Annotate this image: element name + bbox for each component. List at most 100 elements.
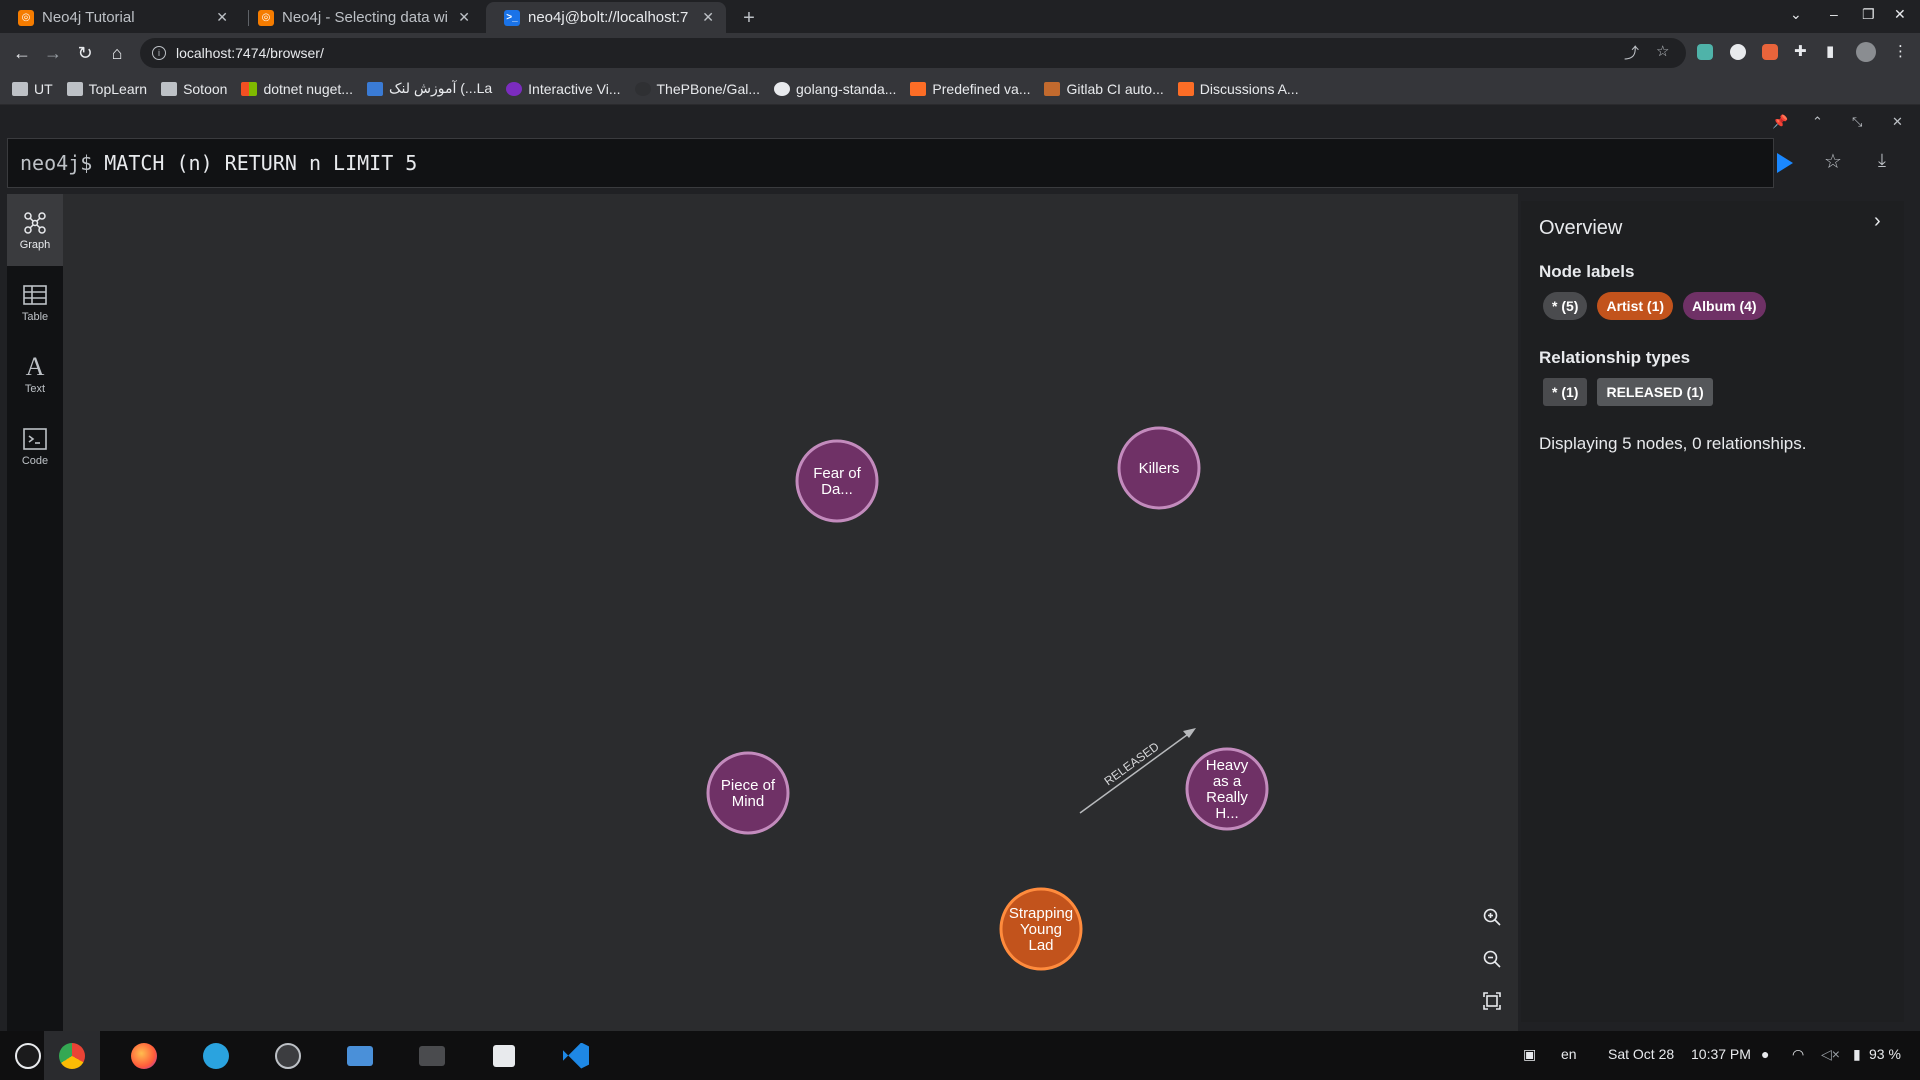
date-text[interactable]: Sat Oct 28	[1608, 1046, 1674, 1062]
node-label-pill-artist[interactable]: Artist (1)	[1597, 292, 1674, 320]
bookmark-label: Interactive Vi...	[528, 80, 621, 97]
extension-icon[interactable]	[1730, 44, 1746, 60]
zoom-out-icon[interactable]	[1472, 938, 1512, 980]
graph-node-label: H...	[1215, 805, 1238, 822]
collapse-overview-chevron-icon[interactable]: ›	[1874, 210, 1881, 233]
graph-node-label: Piece of	[721, 777, 776, 794]
neo4j-orange-icon: ◎	[18, 9, 34, 26]
graph-icon	[22, 209, 48, 237]
files-icon[interactable]	[332, 1031, 388, 1080]
node-label-pill-album[interactable]: Album (4)	[1683, 292, 1766, 320]
graph-node[interactable]: StrappingYoungLad	[999, 887, 1083, 971]
microsoft-icon	[241, 81, 258, 96]
download-icon[interactable]: ⤓	[1878, 150, 1886, 171]
bookmark-label: golang-standa...	[796, 80, 897, 97]
share-icon[interactable]: ⤴	[1624, 42, 1639, 63]
purple-site-icon	[506, 81, 523, 96]
graph-node[interactable]: Killers	[1117, 426, 1201, 510]
graph-node[interactable]: Heavyas aReallyH...	[1185, 747, 1269, 831]
telegram-icon[interactable]	[188, 1031, 244, 1080]
settings-icon[interactable]	[476, 1031, 532, 1080]
battery-percent: 93 %	[1869, 1046, 1901, 1062]
profile-avatar[interactable]	[1856, 42, 1876, 62]
favorite-star-icon[interactable]: ☆	[1824, 149, 1842, 174]
home-icon[interactable]: ⌂	[105, 41, 129, 65]
tab-search-icon[interactable]: ⌄	[1790, 6, 1802, 23]
time-text[interactable]: 10:37 PM	[1691, 1046, 1751, 1062]
bookmark-discussions[interactable]: Discussions A...	[1177, 81, 1299, 97]
bookmark-thepbone[interactable]: ThePBone/Gal...	[634, 80, 761, 97]
bookmark-toplearn[interactable]: TopLearn	[66, 81, 147, 97]
close-icon[interactable]: ✕	[702, 9, 714, 26]
bookmark-dotnet-nuget[interactable]: dotnet nuget...	[241, 81, 353, 97]
collapse-icon[interactable]: ⌃	[1812, 114, 1823, 130]
fit-to-screen-icon[interactable]	[1472, 980, 1512, 1022]
neo4j-browser-app: 📌 ⌃ ⤡ ✕ neo4j$ MATCH (n) RETURN n LIMIT …	[0, 106, 1920, 1032]
fullscreen-icon[interactable]: ⤡	[1852, 114, 1862, 130]
text-icon: A	[25, 352, 45, 381]
graph-node-label: Mind	[732, 793, 765, 810]
relationship-type-pill-all[interactable]: * (1)	[1543, 378, 1588, 406]
bookmark-star-icon[interactable]: ☆	[1656, 42, 1669, 60]
vscode-icon[interactable]	[548, 1031, 604, 1080]
relationship-released[interactable]: RELEASED	[1079, 728, 1196, 814]
bookmark-gitlab-ci-auto[interactable]: Gitlab CI auto...	[1044, 81, 1164, 97]
extensions-puzzle-icon[interactable]: ✚	[1794, 42, 1807, 60]
address-bar[interactable]: i localhost:7474/browser/	[140, 38, 1686, 68]
graph-node[interactable]: Piece ofMind	[706, 751, 790, 835]
zoom-in-icon[interactable]	[1472, 896, 1512, 938]
back-icon[interactable]: ←	[10, 41, 34, 65]
node-label-pill-all[interactable]: * (5)	[1543, 292, 1588, 320]
tab-neo4j-tutorial[interactable]: ◎ Neo4j Tutorial ✕	[0, 2, 240, 33]
run-query-button[interactable]	[1777, 153, 1793, 173]
cypher-editor[interactable]: neo4j$ MATCH (n) RETURN n LIMIT 5	[7, 138, 1774, 188]
close-window-icon[interactable]: ✕	[1894, 6, 1906, 23]
forward-icon[interactable]: →	[41, 41, 65, 65]
graph-node[interactable]: Fear ofDa...	[795, 439, 879, 523]
view-code-button[interactable]: Code	[7, 410, 63, 482]
clipboard-icon[interactable]: ▣	[1523, 1046, 1536, 1063]
bookmark-predefined-variables[interactable]: Predefined va...	[910, 81, 1030, 97]
restore-icon[interactable]: ❐	[1862, 6, 1875, 23]
folder-icon	[12, 81, 28, 96]
side-panel-icon[interactable]: ▮	[1826, 42, 1834, 60]
terminal-icon[interactable]	[404, 1031, 460, 1080]
pin-icon[interactable]: 📌	[1772, 114, 1788, 130]
battery-icon[interactable]: ▮	[1853, 1046, 1861, 1063]
new-tab-button[interactable]: +	[736, 5, 762, 31]
overview-summary: Displaying 5 nodes, 0 relationships.	[1539, 434, 1807, 453]
relationship-type-pill-released[interactable]: RELEASED (1)	[1597, 378, 1713, 406]
bookmark-sotoon[interactable]: Sotoon	[161, 81, 227, 97]
volume-muted-icon[interactable]: ◁×	[1821, 1046, 1840, 1063]
extension-icon[interactable]	[1697, 44, 1713, 60]
firefox-icon[interactable]	[116, 1031, 172, 1080]
graph-canvas[interactable]: RELEASED Fear of Da... Killers Piece of Mind…	[63, 194, 1518, 1032]
site-info-icon[interactable]: i	[152, 46, 166, 60]
minimize-icon[interactable]: –	[1830, 6, 1838, 22]
bookmark-ut[interactable]: UT	[12, 81, 53, 97]
bookmark-golang-standard[interactable]: golang-standa...	[774, 81, 896, 97]
webstorm-icon[interactable]	[260, 1031, 316, 1080]
notification-dot-icon[interactable]: ●	[1761, 1046, 1769, 1062]
view-table-button[interactable]: Table	[7, 266, 63, 338]
close-icon[interactable]: ✕	[458, 9, 470, 26]
extension-icon[interactable]	[1762, 44, 1778, 60]
keyboard-language[interactable]: en	[1561, 1046, 1577, 1062]
node-labels-list: * (5) Artist (1) Album (4)	[1543, 292, 1886, 320]
url-text: localhost:7474/browser/	[176, 45, 324, 61]
view-graph-button[interactable]: Graph	[7, 194, 63, 266]
view-text-button[interactable]: A Text	[7, 338, 63, 410]
tab-neo4j-browser[interactable]: >_ neo4j@bolt://localhost:7 ✕	[486, 2, 726, 33]
bookmark-interactive-vi[interactable]: Interactive Vi...	[506, 80, 621, 97]
close-frame-icon[interactable]: ✕	[1892, 114, 1903, 130]
tab-neo4j-selecting-data[interactable]: ◎ Neo4j - Selecting data wi ✕	[240, 2, 482, 33]
graph-node-label: Heavy	[1206, 757, 1249, 774]
bookmark-link-course[interactable]: آموزش لنک (...La	[366, 80, 492, 97]
chrome-icon[interactable]	[44, 1031, 100, 1080]
close-icon[interactable]: ✕	[216, 9, 228, 26]
github-icon	[774, 81, 791, 96]
wifi-icon[interactable]: ◠	[1792, 1046, 1804, 1063]
menu-kebab-icon[interactable]: ⋮	[1893, 42, 1908, 60]
reload-icon[interactable]: ↻	[73, 41, 97, 65]
bookmark-label: ThePBone/Gal...	[656, 80, 761, 97]
